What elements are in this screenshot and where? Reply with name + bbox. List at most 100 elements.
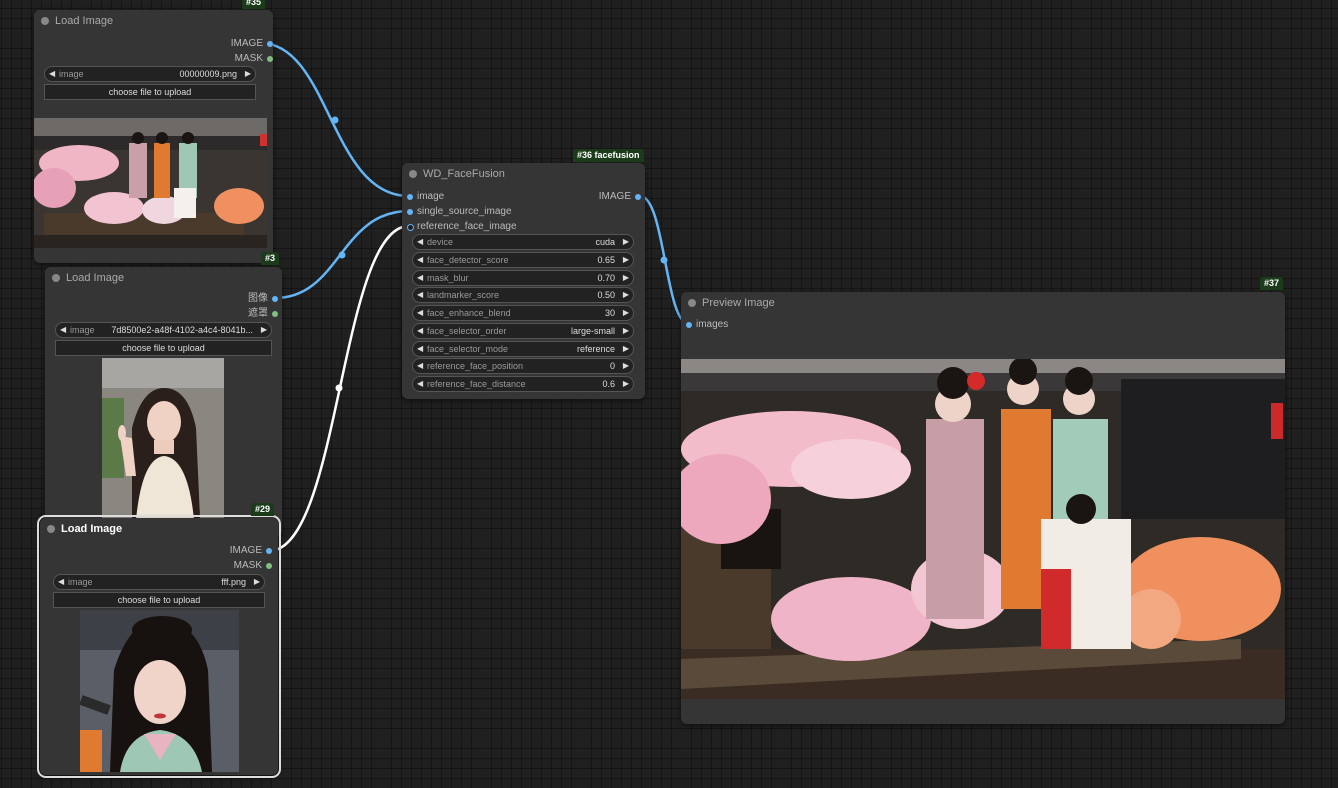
image-combo-widget[interactable]: ◀ image 00000009.png ▶ <box>44 66 256 82</box>
face-selector-order-widget[interactable]: ◀ face_selector_order large-small ▶ <box>412 323 634 339</box>
slot-dot-icon[interactable] <box>266 548 272 554</box>
arrow-left-icon[interactable]: ◀ <box>417 359 423 373</box>
arrow-left-icon[interactable]: ◀ <box>417 235 423 249</box>
node-title: Load Image <box>66 272 125 284</box>
link-midpoint <box>338 251 346 259</box>
arrow-right-icon[interactable]: ▶ <box>623 324 629 338</box>
input-slot-single-source-image[interactable]: single_source_image <box>407 206 512 218</box>
image-combo-widget[interactable]: ◀ image fff.png ▶ <box>53 574 265 590</box>
arrow-right-icon[interactable]: ▶ <box>245 67 251 81</box>
boat-scene-image <box>34 118 267 248</box>
upload-button[interactable]: choose file to upload <box>55 340 272 356</box>
slot-dot-icon[interactable] <box>635 194 641 200</box>
selfie-image <box>102 358 224 520</box>
slot-dot-icon[interactable] <box>407 194 413 200</box>
link-load35-to-image <box>259 41 410 198</box>
link-midpoint <box>660 256 668 264</box>
link-midpoint <box>335 384 343 392</box>
input-slot-image[interactable]: image <box>407 191 444 203</box>
arrow-left-icon[interactable]: ◀ <box>417 342 423 356</box>
node-title-bar[interactable]: WD_FaceFusion <box>402 163 645 185</box>
node-title: WD_FaceFusion <box>423 168 505 180</box>
collapse-dot-icon[interactable] <box>47 525 55 533</box>
arrow-left-icon[interactable]: ◀ <box>417 306 423 320</box>
arrow-right-icon[interactable]: ▶ <box>254 575 260 589</box>
slot-dot-icon[interactable] <box>272 311 278 317</box>
arrow-left-icon[interactable]: ◀ <box>417 288 423 302</box>
node-id-badge: #37 <box>1260 277 1284 290</box>
arrow-right-icon[interactable]: ▶ <box>261 323 267 337</box>
arrow-right-icon[interactable]: ▶ <box>623 359 629 373</box>
arrow-left-icon[interactable]: ◀ <box>417 271 423 285</box>
link-midpoint <box>331 116 339 124</box>
arrow-right-icon[interactable]: ▶ <box>623 288 629 302</box>
output-slot-image[interactable]: IMAGE <box>599 191 641 203</box>
arrow-left-icon[interactable]: ◀ <box>417 377 423 391</box>
output-slot-image[interactable]: 图像 <box>248 293 278 305</box>
input-slot-images[interactable]: images <box>686 319 728 331</box>
output-image-preview <box>681 359 1285 699</box>
node-title-bar[interactable]: Load Image <box>40 518 278 540</box>
portrait-image <box>80 610 239 772</box>
arrow-right-icon[interactable]: ▶ <box>623 342 629 356</box>
arrow-left-icon[interactable]: ◀ <box>417 253 423 267</box>
node-title-bar[interactable]: Preview Image <box>681 292 1285 314</box>
output-slot-mask[interactable]: MASK <box>234 560 272 572</box>
arrow-right-icon[interactable]: ▶ <box>623 253 629 267</box>
arrow-right-icon[interactable]: ▶ <box>623 271 629 285</box>
face-detector-score-widget[interactable]: ◀ face_detector_score 0.65 ▶ <box>412 252 634 268</box>
reference-face-distance-widget[interactable]: ◀ reference_face_distance 0.6 ▶ <box>412 376 634 392</box>
link-load29-to-reference <box>268 224 410 553</box>
load-image-node-35[interactable]: Load Image IMAGE MASK ◀ image 00000009.p… <box>34 10 273 263</box>
slot-dot-icon[interactable] <box>272 296 278 302</box>
node-title: Load Image <box>61 523 123 535</box>
load-image-node-3[interactable]: Load Image 图像 遮罩 ◀ image 7d8500e2-a48f-4… <box>45 267 282 537</box>
face-enhance-blend-widget[interactable]: ◀ face_enhance_blend 30 ▶ <box>412 305 634 321</box>
boat-scene-image <box>681 359 1285 699</box>
upload-button[interactable]: choose file to upload <box>44 84 256 100</box>
slot-dot-icon[interactable] <box>267 56 273 62</box>
collapse-dot-icon[interactable] <box>688 299 696 307</box>
slot-dot-icon[interactable] <box>407 209 413 215</box>
slot-dot-icon[interactable] <box>686 322 692 328</box>
output-slot-image[interactable]: IMAGE <box>230 545 272 557</box>
arrow-right-icon[interactable]: ▶ <box>623 377 629 391</box>
arrow-right-icon[interactable]: ▶ <box>623 235 629 249</box>
arrow-left-icon[interactable]: ◀ <box>49 67 55 81</box>
image-preview <box>102 358 224 520</box>
landmarker-score-widget[interactable]: ◀ landmarker_score 0.50 ▶ <box>412 287 634 303</box>
image-combo-widget[interactable]: ◀ image 7d8500e2-a48f-4102-a4c4-8041b...… <box>55 322 272 338</box>
mask-blur-widget[interactable]: ◀ mask_blur 0.70 ▶ <box>412 270 634 286</box>
arrow-left-icon[interactable]: ◀ <box>60 323 66 337</box>
collapse-dot-icon[interactable] <box>409 170 417 178</box>
collapse-dot-icon[interactable] <box>52 274 60 282</box>
slot-dot-icon[interactable] <box>267 41 273 47</box>
node-id-badge: #3 <box>261 252 280 265</box>
slot-dot-icon[interactable] <box>407 224 414 231</box>
link-load3-to-single-source <box>274 209 410 300</box>
upload-button[interactable]: choose file to upload <box>53 592 265 608</box>
face-selector-mode-widget[interactable]: ◀ face_selector_mode reference ▶ <box>412 341 634 357</box>
input-slot-reference-face-image[interactable]: reference_face_image <box>407 221 517 233</box>
output-slot-mask[interactable]: MASK <box>235 53 273 65</box>
preview-image-node[interactable]: Preview Image images <box>681 292 1285 724</box>
device-combo-widget[interactable]: ◀ device cuda ▶ <box>412 234 634 250</box>
collapse-dot-icon[interactable] <box>41 17 49 25</box>
slot-dot-icon[interactable] <box>266 563 272 569</box>
image-preview <box>34 118 267 248</box>
image-preview <box>80 610 239 772</box>
output-slot-mask[interactable]: 遮罩 <box>248 308 278 320</box>
reference-face-position-widget[interactable]: ◀ reference_face_position 0 ▶ <box>412 358 634 374</box>
arrow-left-icon[interactable]: ◀ <box>417 324 423 338</box>
arrow-right-icon[interactable]: ▶ <box>623 306 629 320</box>
node-title-bar[interactable]: Load Image <box>34 10 273 32</box>
node-title-bar[interactable]: Load Image <box>45 267 282 289</box>
node-id-badge: #36 facefusion <box>573 149 644 162</box>
node-id-badge: #29 <box>251 503 275 516</box>
arrow-left-icon[interactable]: ◀ <box>58 575 64 589</box>
load-image-node-29[interactable]: Load Image IMAGE MASK ◀ image fff.png ▶ … <box>37 515 281 778</box>
node-id-badge: #35 <box>242 0 266 9</box>
wd-facefusion-node[interactable]: WD_FaceFusion image single_source_image … <box>402 163 645 399</box>
node-title: Load Image <box>55 15 114 27</box>
output-slot-image[interactable]: IMAGE <box>231 38 273 50</box>
